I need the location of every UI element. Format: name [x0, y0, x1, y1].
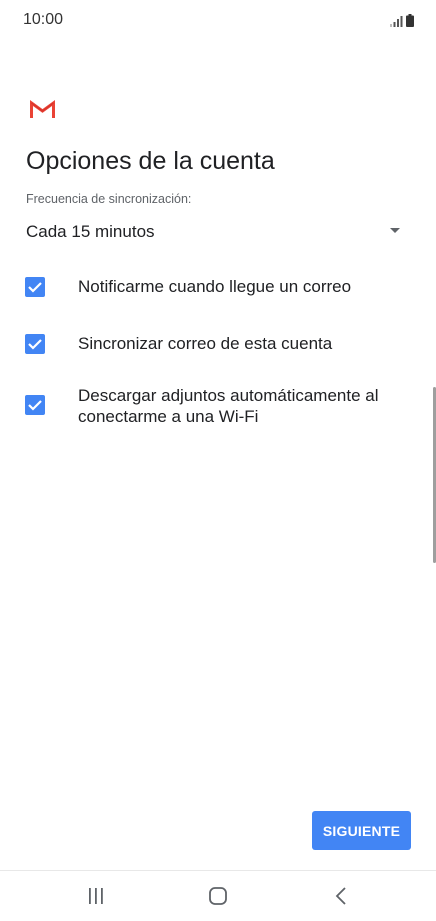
home-icon — [209, 887, 227, 905]
option-download-attachments-label: Descargar adjuntos automáticamente al co… — [78, 386, 379, 426]
checkbox-sync[interactable] — [25, 334, 45, 354]
check-icon — [28, 282, 42, 293]
navigation-bar — [0, 870, 436, 921]
option-sync-label: Sincronizar correo de esta cuenta — [78, 334, 333, 353]
status-bar: 10:00 — [0, 0, 436, 44]
option-notify-label: Notificarme cuando llegue un correo — [78, 277, 352, 296]
page-title: Opciones de la cuenta — [26, 147, 275, 175]
signal-icon — [390, 16, 403, 27]
next-button[interactable]: SIGUIENTE — [312, 811, 411, 850]
battery-icon — [406, 14, 414, 27]
check-icon — [28, 400, 42, 411]
recent-apps-button[interactable] — [81, 886, 111, 906]
back-button[interactable] — [326, 886, 356, 906]
home-button[interactable] — [203, 886, 233, 906]
recent-apps-icon — [89, 888, 103, 904]
checkbox-notify[interactable] — [25, 277, 45, 297]
gmail-logo — [30, 100, 55, 118]
checkbox-download-attachments[interactable] — [25, 395, 45, 415]
option-notify[interactable]: Notificarme cuando llegue un correo — [24, 276, 410, 300]
option-sync[interactable]: Sincronizar correo de esta cuenta — [24, 333, 410, 357]
option-download-attachments[interactable]: Descargar adjuntos automáticamente al co… — [24, 385, 410, 429]
sync-frequency-label: Frecuencia de sincronización: — [26, 192, 192, 206]
status-icons — [390, 13, 414, 27]
sync-frequency-dropdown[interactable]: Cada 15 minutos — [26, 216, 402, 248]
back-icon — [335, 887, 346, 905]
status-time: 10:00 — [23, 11, 64, 28]
dropdown-arrow-icon — [390, 228, 400, 233]
sync-frequency-value: Cada 15 minutos — [26, 222, 155, 241]
check-icon — [28, 339, 42, 350]
